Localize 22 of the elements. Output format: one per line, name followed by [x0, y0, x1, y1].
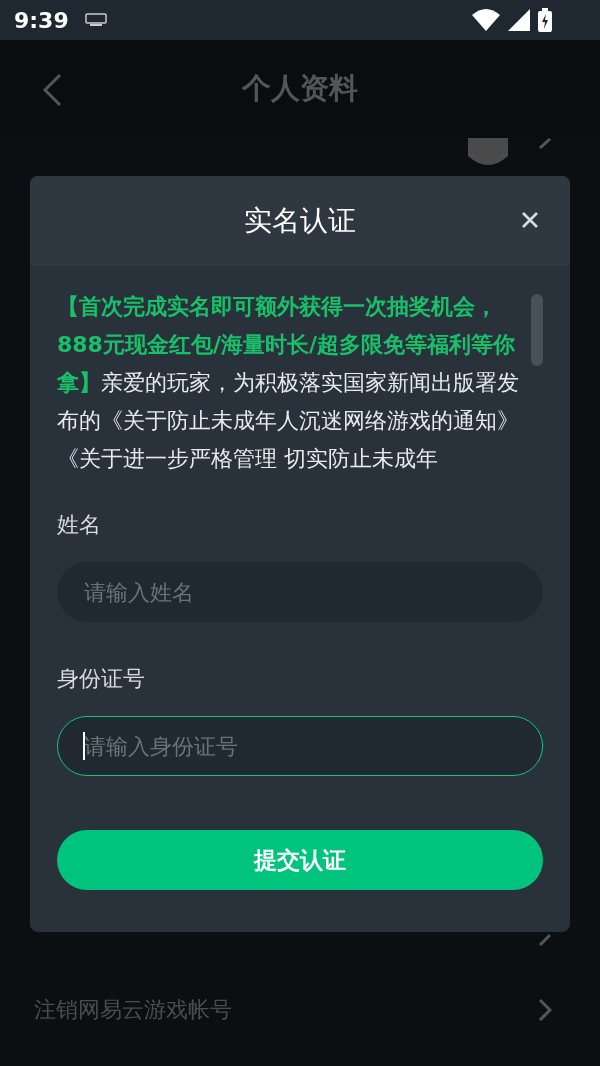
- page-title: 个人资料: [242, 70, 358, 107]
- keyboard-icon: [84, 13, 107, 27]
- field-label: 身份证号: [57, 665, 146, 693]
- text-cursor: [83, 732, 85, 760]
- chevron-icon[interactable]: [538, 998, 552, 1022]
- input-field[interactable]: 请输入身份证号: [57, 716, 543, 776]
- status-time: 9:39: [14, 7, 69, 33]
- close-icon[interactable]: [521, 211, 539, 229]
- avatar-icon: [466, 138, 510, 166]
- submit-button[interactable]: 提交认证: [57, 830, 543, 890]
- wifi-icon: [472, 9, 500, 31]
- input-field[interactable]: 请输入姓名: [57, 562, 543, 622]
- battery-icon: [538, 8, 552, 32]
- field-label: 姓名: [57, 511, 102, 539]
- dialog-title: 实名认证: [244, 203, 356, 239]
- scrollbar: [531, 294, 543, 366]
- signal-icon: [508, 9, 530, 31]
- back-icon[interactable]: [42, 73, 62, 107]
- chevron-icon[interactable]: [538, 138, 552, 150]
- list-item-label[interactable]: 注销网易云游戏帐号: [34, 995, 232, 1025]
- notice-text: 【首次完成实名即可额外获得一次抽奖机会，888元现金红包/海量时长/超多限免等福利等你拿】亲爱的玩家，为积极落实国家新闻出版署发布的《关于防止未成年人沉迷网络游戏的通知》《关于进一步严格管理 切实防止未成年: [57, 293, 519, 473]
- chevron-icon[interactable]: [538, 933, 552, 947]
